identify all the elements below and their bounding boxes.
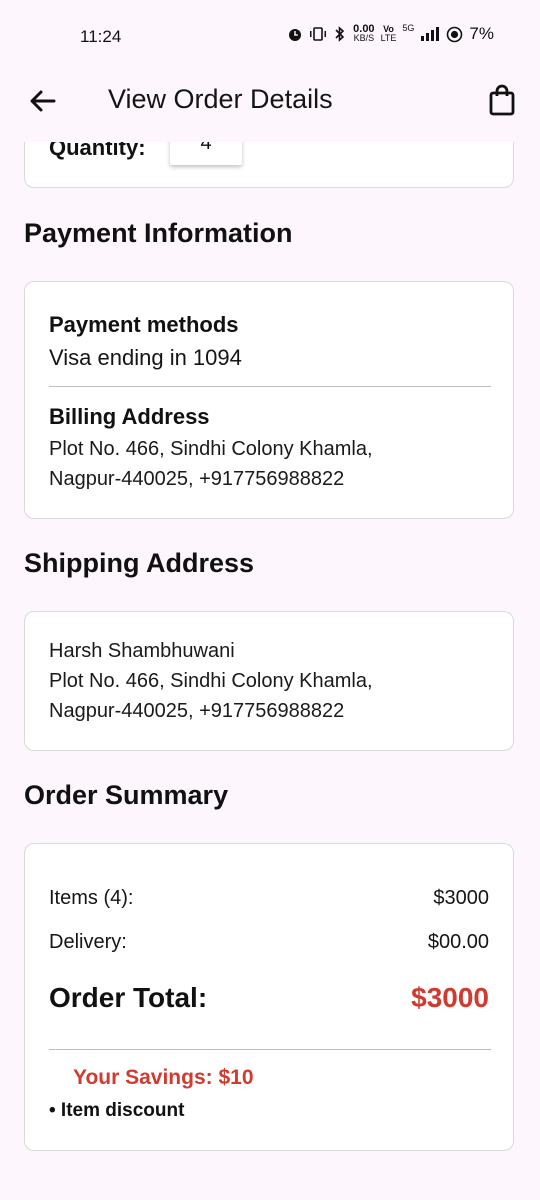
payment-card: Payment methods Visa ending in 1094 Bill… xyxy=(24,281,514,519)
network-type: 5G xyxy=(402,23,415,33)
order-summary-card: Items (4): $3000 Delivery: $00.00 Order … xyxy=(24,843,514,1151)
summary-section-title: Order Summary xyxy=(24,780,229,810)
items-value: $3000 xyxy=(433,887,489,909)
billing-address-label: Billing Address xyxy=(49,404,210,429)
battery-percent: 7% xyxy=(469,24,494,43)
savings-text: Your Savings: $10 xyxy=(73,1066,254,1089)
bluetooth-icon xyxy=(335,26,345,42)
items-label: Items (4): xyxy=(49,887,134,909)
payment-section-title: Payment Information xyxy=(24,218,293,248)
back-button[interactable] xyxy=(26,84,60,118)
shipping-card: Harsh Shambhuwani Plot No. 466, Sindhi C… xyxy=(24,611,514,751)
payment-method-value: Visa ending in 1094 xyxy=(49,345,242,370)
order-details-scroll[interactable]: Quantity: 4 Payment Information Payment … xyxy=(0,142,540,1200)
volte-bottom: LTE xyxy=(380,33,397,43)
status-bar: 11:24 0.00 KB/S Vo LTE 5G 7% xyxy=(0,0,540,72)
data-rate: 0.00 KB/S xyxy=(353,24,375,43)
cart-button[interactable] xyxy=(488,84,520,118)
volte-badge: Vo LTE xyxy=(381,25,397,43)
shipping-name: Harsh Shambhuwani xyxy=(49,640,235,662)
app-bar: View Order Details xyxy=(0,72,540,142)
shipping-address-line2: Nagpur-440025, +917756988822 xyxy=(49,700,345,722)
signal-icon xyxy=(421,27,440,41)
shopping-bag-icon xyxy=(489,84,515,116)
discount-item: • Item discount xyxy=(49,1100,185,1121)
product-card: Quantity: 4 xyxy=(24,142,514,188)
quantity-label: Quantity: xyxy=(49,142,146,160)
billing-address-line2: Nagpur-440025, +917756988822 xyxy=(49,468,345,490)
data-rate-unit: KB/S xyxy=(353,33,375,43)
status-time: 11:24 xyxy=(80,27,122,46)
alarm-icon xyxy=(289,29,302,41)
battery-saver-icon xyxy=(447,26,463,42)
summary-divider xyxy=(49,1049,491,1050)
page-title: View Order Details xyxy=(108,84,333,114)
vibrate-icon xyxy=(310,27,327,41)
shipping-address-line1: Plot No. 466, Sindhi Colony Khamla, xyxy=(49,670,373,692)
payment-methods-label: Payment methods xyxy=(49,312,239,337)
billing-address-line1: Plot No. 466, Sindhi Colony Khamla, xyxy=(49,438,373,460)
shipping-section-title: Shipping Address xyxy=(24,548,255,578)
status-icons: 0.00 KB/S Vo LTE 5G 7% xyxy=(287,24,494,44)
delivery-value: $00.00 xyxy=(427,931,489,953)
quantity-value: 4 xyxy=(170,142,242,165)
order-total-value: $3000 xyxy=(411,982,489,1013)
payment-divider xyxy=(49,386,491,387)
arrow-left-icon xyxy=(30,90,56,112)
delivery-label: Delivery: xyxy=(49,931,127,953)
order-total-label: Order Total: xyxy=(49,982,208,1013)
